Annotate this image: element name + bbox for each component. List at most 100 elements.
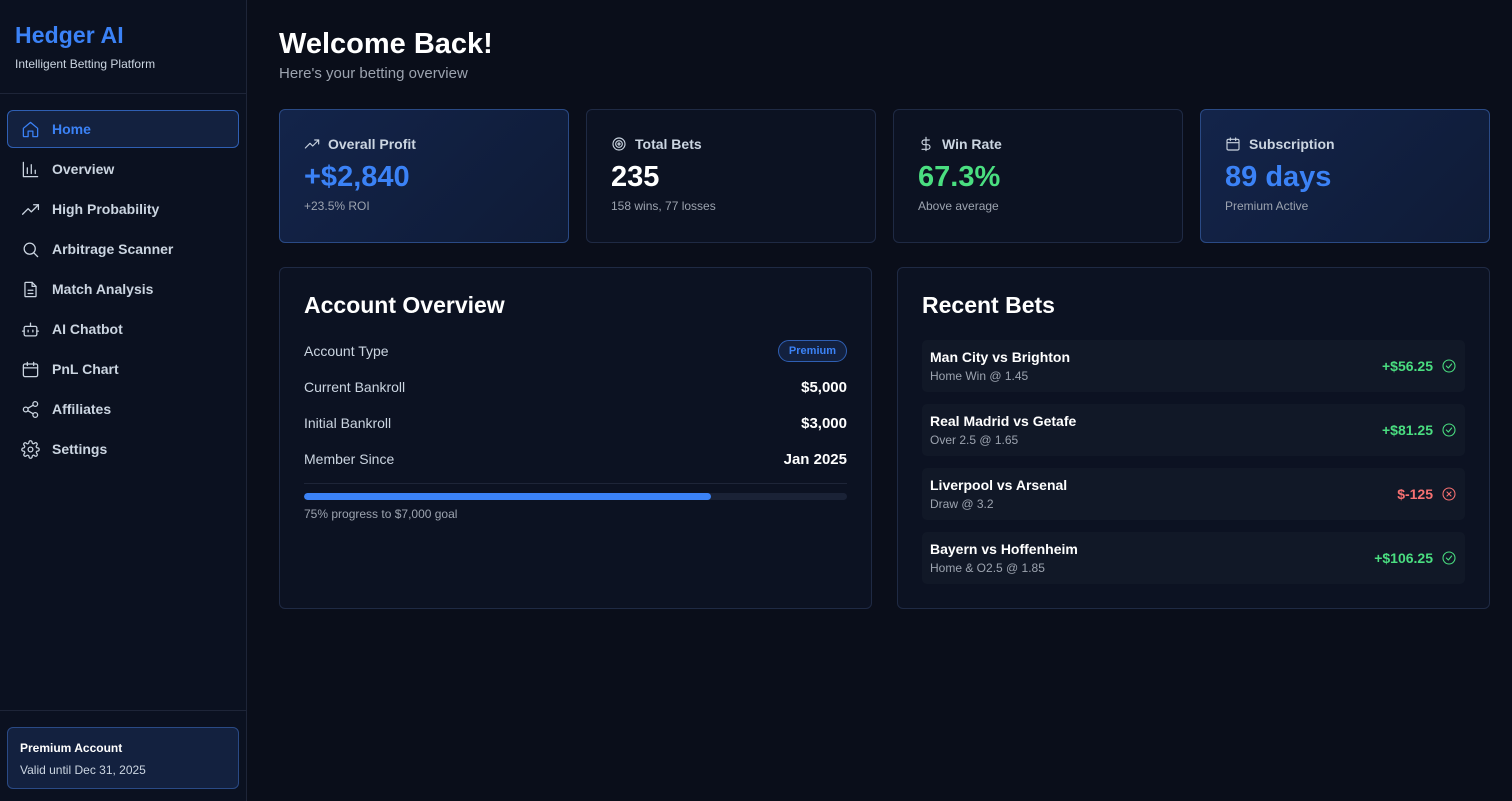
stat-value: 89 days [1225, 161, 1332, 193]
stats-row: Overall Profit +$2,840 +23.5% ROI Total … [279, 109, 1490, 243]
bet-result: +$56.25 [1382, 358, 1433, 374]
trending-up-icon [20, 199, 40, 219]
main-content: Welcome Back! Here's your betting overvi… [247, 0, 1512, 801]
brand-title[interactable]: Hedger AI [15, 22, 231, 49]
panel-title: Account Overview [304, 292, 505, 318]
account-row-label: Account Type [304, 343, 389, 359]
account-row-value: Jan 2025 [783, 450, 847, 468]
account-overview-panel: Account Overview Account Type Premium Cu… [279, 267, 872, 609]
document-icon [20, 279, 40, 299]
account-row-value: $5,000 [801, 378, 847, 396]
sidebar-item-pnl-chart[interactable]: PnL Chart [7, 350, 239, 388]
account-details: Account Type Premium Current Bankroll $5… [304, 333, 847, 477]
home-icon [20, 119, 40, 139]
sidebar-item-label: Affiliates [52, 401, 112, 417]
check-circle-icon [1442, 359, 1456, 373]
bankroll-progress-fill [304, 493, 712, 500]
sidebar-item-label: Arbitrage Scanner [52, 241, 174, 257]
target-icon [612, 137, 626, 151]
stat-label: Total Bets [635, 136, 702, 152]
sidebar-nav: Home Overview High Probability Arbitrage… [0, 94, 246, 468]
sidebar-item-label: PnL Chart [52, 361, 119, 377]
bet-match: Bayern vs Hoffenheim [930, 541, 1078, 557]
account-row-current-bankroll: Current Bankroll $5,000 [304, 369, 847, 405]
bar-chart-icon [20, 159, 40, 179]
bet-detail: Home Win @ 1.45 [930, 369, 1029, 383]
account-row-label: Initial Bankroll [304, 415, 392, 431]
sidebar: Hedger AI Intelligent Betting Platform H… [0, 0, 247, 801]
sidebar-item-label: High Probability [52, 201, 160, 217]
panels-row: Account Overview Account Type Premium Cu… [279, 267, 1490, 609]
sidebar-item-label: Overview [52, 161, 115, 177]
account-row-type: Account Type Premium [304, 333, 847, 369]
premium-valid-until: Valid until Dec 31, 2025 [20, 763, 146, 777]
page-title: Welcome Back! [279, 28, 493, 60]
divider [304, 483, 847, 484]
account-row-member-since: Member Since Jan 2025 [304, 441, 847, 477]
account-row-value: $3,000 [801, 414, 847, 432]
stat-label: Subscription [1249, 136, 1335, 152]
bankroll-progress-label: 75% progress to $7,000 goal [304, 507, 458, 521]
stat-label: Overall Profit [328, 136, 416, 152]
bet-detail: Draw @ 3.2 [930, 497, 994, 511]
stat-value: 67.3% [918, 161, 1001, 193]
brand: Hedger AI Intelligent Betting Platform [0, 0, 246, 94]
search-icon [20, 239, 40, 259]
bet-item[interactable]: Bayern vs Hoffenheim Home & O2.5 @ 1.85 … [922, 532, 1465, 584]
bet-match: Real Madrid vs Getafe [930, 413, 1077, 429]
stat-subtext: Premium Active [1225, 199, 1309, 213]
sidebar-item-label: Settings [52, 441, 108, 457]
recent-bets-list: Man City vs Brighton Home Win @ 1.45 +$5… [922, 340, 1465, 584]
app-root: Hedger AI Intelligent Betting Platform H… [0, 0, 1512, 801]
calendar-icon [20, 359, 40, 379]
premium-account-title: Premium Account [20, 741, 123, 755]
check-circle-icon [1442, 551, 1456, 565]
sidebar-footer: Premium Account Valid until Dec 31, 2025 [0, 710, 246, 801]
trending-up-icon [304, 139, 320, 149]
bet-match: Man City vs Brighton [930, 349, 1071, 365]
bet-result: +$81.25 [1382, 422, 1433, 438]
sidebar-item-affiliates[interactable]: Affiliates [7, 390, 239, 428]
bet-match: Liverpool vs Arsenal [930, 477, 1068, 493]
stat-value: 235 [611, 161, 660, 193]
account-row-label: Current Bankroll [304, 379, 406, 395]
bet-detail: Home & O2.5 @ 1.85 [930, 561, 1045, 575]
bet-item[interactable]: Man City vs Brighton Home Win @ 1.45 +$5… [922, 340, 1465, 392]
sidebar-item-match-analysis[interactable]: Match Analysis [7, 270, 239, 308]
stat-card-subscription: Subscription 89 days Premium Active [1200, 109, 1490, 243]
account-type-badge: Premium [777, 340, 847, 362]
dollar-icon [921, 136, 931, 152]
gear-icon [20, 439, 40, 459]
check-circle-icon [1442, 423, 1456, 437]
bet-detail: Over 2.5 @ 1.65 [930, 433, 1019, 447]
sidebar-item-high-probability[interactable]: High Probability [7, 190, 239, 228]
page-subtitle: Here's your betting overview [279, 65, 468, 82]
stat-subtext: +23.5% ROI [304, 199, 370, 213]
stat-card-win-rate: Win Rate 67.3% Above average [893, 109, 1183, 243]
sidebar-item-overview[interactable]: Overview [7, 150, 239, 188]
sidebar-item-label: Match Analysis [52, 281, 154, 297]
stat-card-total-bets: Total Bets 235 158 wins, 77 losses [586, 109, 876, 243]
sidebar-item-label: AI Chatbot [52, 321, 123, 337]
recent-bets-panel: Recent Bets Man City vs Brighton Home Wi… [897, 267, 1490, 609]
sidebar-item-label: Home [52, 121, 91, 137]
bet-item[interactable]: Liverpool vs Arsenal Draw @ 3.2 $-125 [922, 468, 1465, 520]
premium-account-card[interactable]: Premium Account Valid until Dec 31, 2025 [7, 727, 239, 789]
x-circle-icon [1442, 487, 1456, 501]
sidebar-item-arbitrage-scanner[interactable]: Arbitrage Scanner [7, 230, 239, 268]
sidebar-item-ai-chatbot[interactable]: AI Chatbot [7, 310, 239, 348]
stat-subtext: 158 wins, 77 losses [611, 199, 716, 213]
account-row-initial-bankroll: Initial Bankroll $3,000 [304, 405, 847, 441]
calendar-icon [1226, 137, 1240, 151]
account-row-label: Member Since [304, 451, 395, 467]
stat-subtext: Above average [918, 199, 999, 213]
bet-result: +$106.25 [1374, 550, 1433, 566]
stat-card-overall-profit: Overall Profit +$2,840 +23.5% ROI [279, 109, 569, 243]
bet-result: $-125 [1397, 486, 1433, 502]
stat-label: Win Rate [942, 136, 1002, 152]
panel-title: Recent Bets [922, 292, 1055, 318]
bet-item[interactable]: Real Madrid vs Getafe Over 2.5 @ 1.65 +$… [922, 404, 1465, 456]
sidebar-item-settings[interactable]: Settings [7, 430, 239, 468]
sidebar-item-home[interactable]: Home [7, 110, 239, 148]
bankroll-progress-bar [304, 493, 847, 500]
